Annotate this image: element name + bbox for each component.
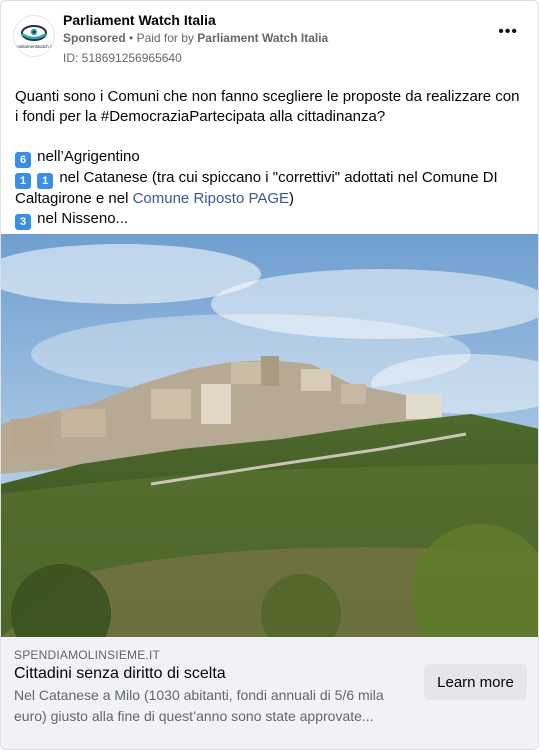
sponsored-label: Sponsored [63,31,126,45]
paid-for-prefix: Paid for by [136,31,194,45]
page-mention-link[interactable]: Comune Riposto PAGE [133,190,289,207]
svg-text:parliamentwatch.it: parliamentwatch.it [16,44,53,49]
ad-image[interactable] [1,234,539,637]
paid-for-name: Parliament Watch Italia [197,31,329,45]
separator-dot: • [129,31,137,45]
intro-text: Quanti sono i Comuni che non fanno scegl… [15,88,520,125]
sponsored-line: Sponsored • Paid for by Parliament Watch… [63,31,328,45]
list-item: 6 nell’Agrigentino [15,147,524,168]
ad-card: parliamentwatch.it Parliament Watch Ital… [0,0,539,750]
list-item-end: ) [289,190,295,207]
ad-body: Quanti sono i Comuni che non fanno scegl… [1,71,538,230]
link-domain: SPENDIAMOLINSIEME.IT [14,648,161,662]
learn-more-button[interactable]: Learn more [424,664,527,700]
list-item: 1 1 nel Catanese (tra cui spiccano i "co… [15,168,524,209]
ad-id: ID: 518691256965640 [63,51,182,65]
page-name[interactable]: Parliament Watch Italia [63,12,216,28]
avatar[interactable]: parliamentwatch.it [13,15,55,57]
link-headline[interactable]: Cittadini senza diritto di scelta [14,665,226,683]
keycap-icon: 3 [15,214,31,230]
list-item: 3 nel Nisseno... [15,209,524,230]
keycap-icon: 1 [37,173,54,189]
link-description: Nel Catanese a Milo (1030 abitanti, fond… [14,687,384,724]
keycap-icon: 6 [15,152,31,168]
link-preview[interactable]: SPENDIAMOLINSIEME.IT Cittadini senza dir… [1,637,538,749]
ad-header: parliamentwatch.it Parliament Watch Ital… [1,1,538,71]
list-item-text: nel Nisseno... [37,210,129,227]
keycap-icon: 1 [15,173,31,189]
list-item-text: nell’Agrigentino [37,148,140,165]
parliament-watch-logo-icon: parliamentwatch.it [16,25,53,49]
more-horizontal-icon[interactable]: ••• [498,23,518,41]
